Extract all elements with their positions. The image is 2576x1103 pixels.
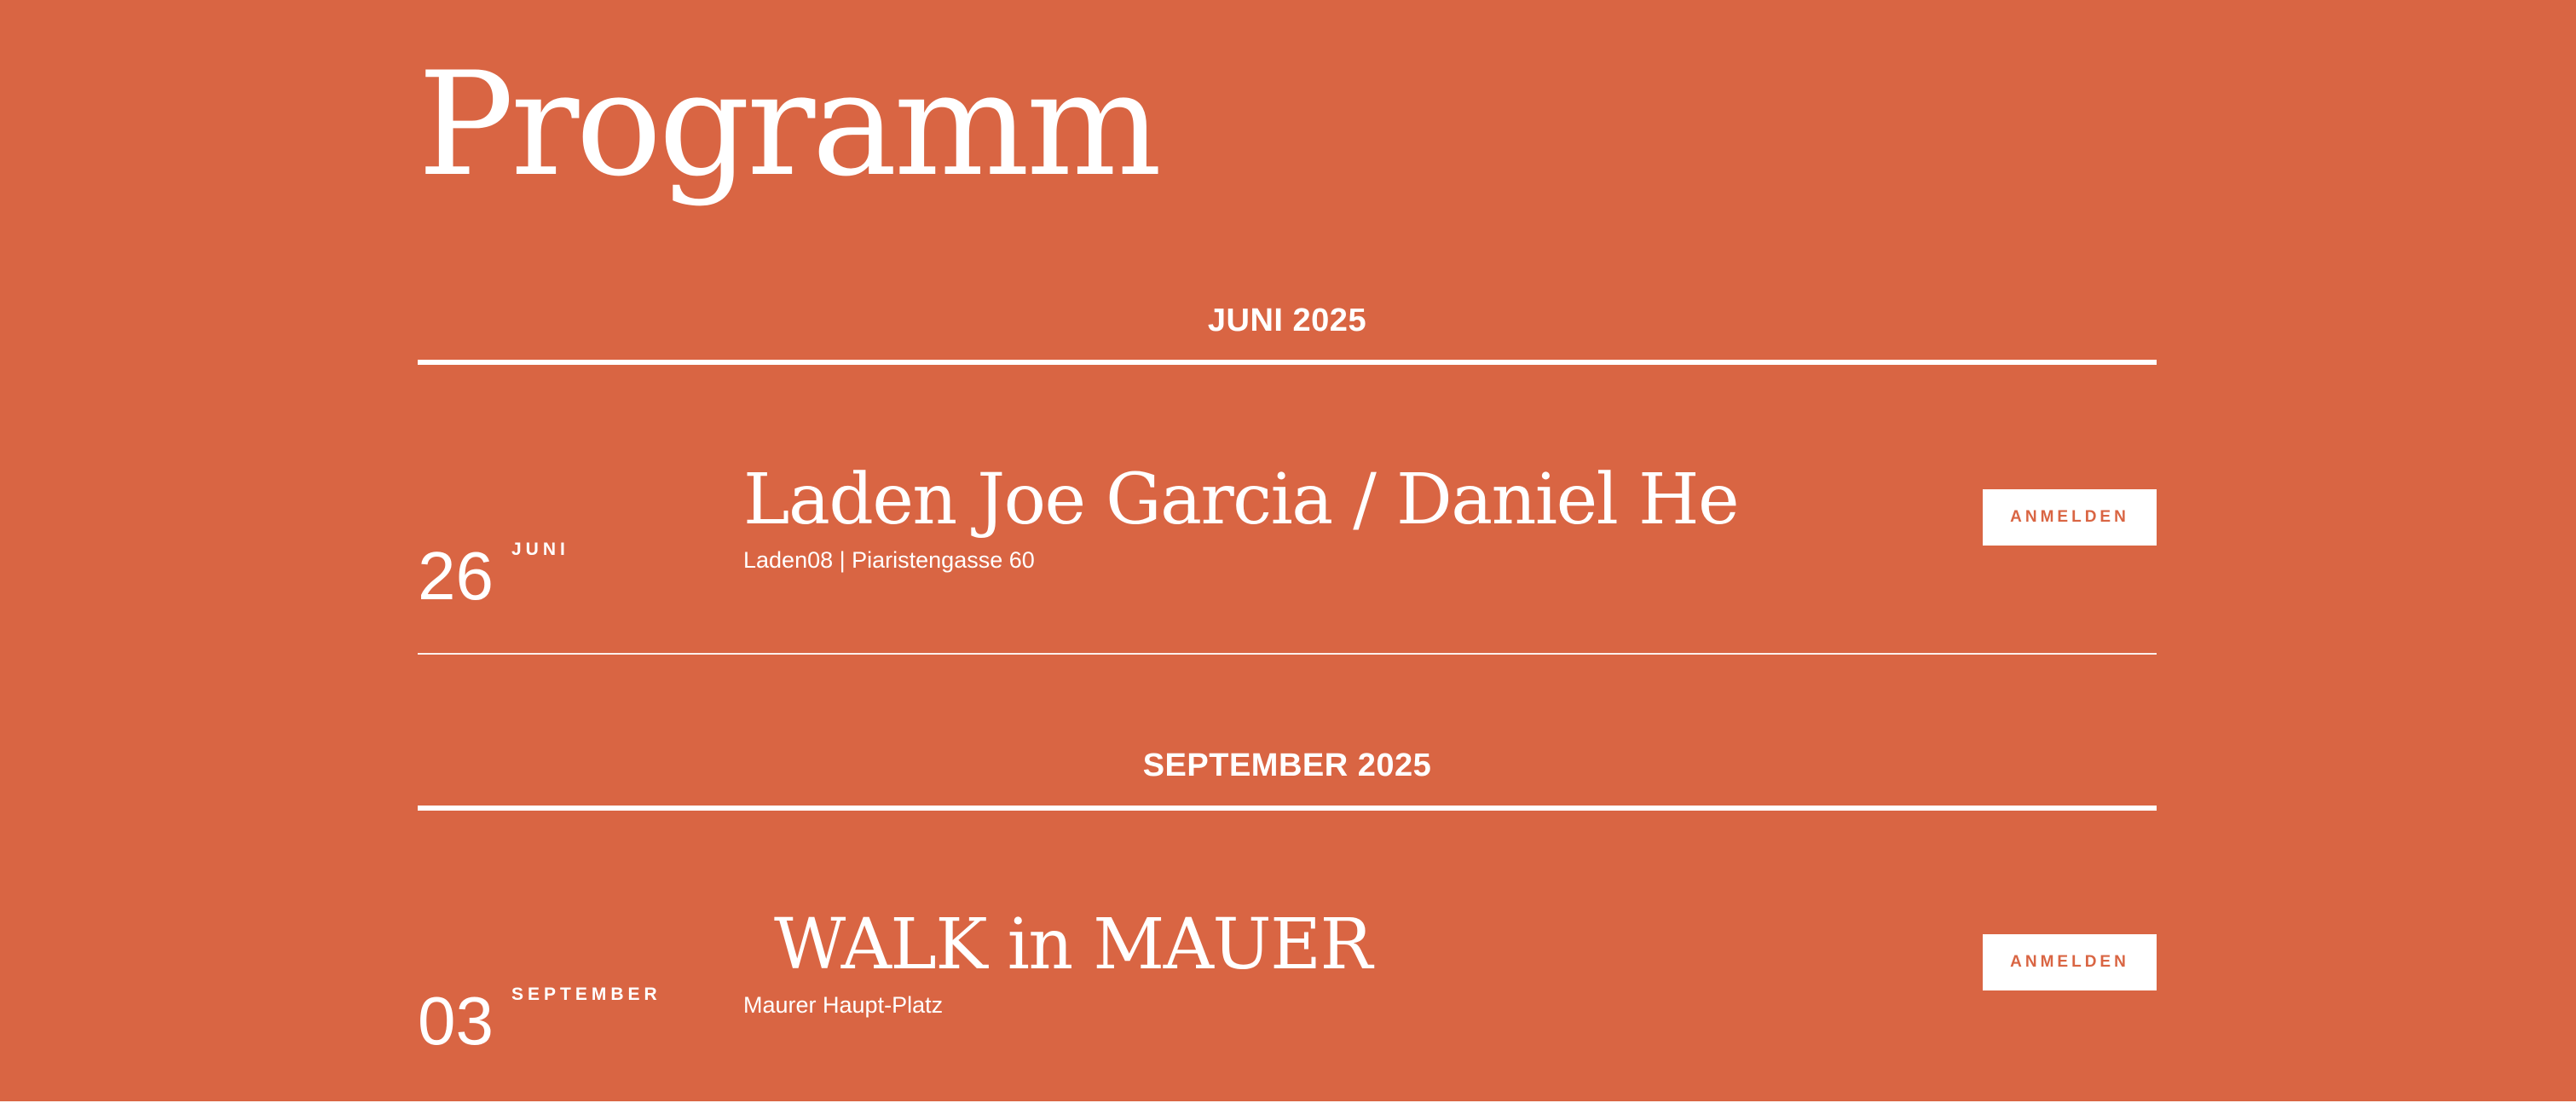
month-header-june: JUNI 2025	[1207, 303, 1367, 338]
register-button[interactable]: ANMELDEN	[1983, 489, 2157, 546]
event-day: 26	[418, 538, 494, 614]
register-button[interactable]: ANMELDEN	[1983, 934, 2157, 990]
event-item-walk: 03 SEPTEMBER WALK in MAUER Maurer Haupt-…	[418, 910, 2157, 1055]
event-day: 03	[418, 983, 494, 1059]
event-separator	[418, 653, 2157, 655]
event-location: Laden08 | Piaristengasse 60	[743, 547, 1035, 573]
event-item-laden: 26 JUNI Laden Joe Garcia / Daniel He Lad…	[418, 465, 2157, 610]
event-title[interactable]: WALK in MAUER	[774, 910, 1372, 980]
event-month: JUNI	[511, 540, 569, 559]
program-page: Programm JUNI 2025 26 JUNI Laden Joe Gar…	[0, 0, 2576, 1101]
month-divider-june	[418, 360, 2157, 365]
month-divider-september	[418, 806, 2157, 811]
event-month: SEPTEMBER	[511, 985, 661, 1004]
month-header-september: SEPTEMBER 2025	[1142, 748, 1432, 783]
event-location: Maurer Haupt-Platz	[743, 992, 944, 1018]
event-title[interactable]: Laden Joe Garcia / Daniel He	[743, 465, 1739, 535]
page-title: Programm	[418, 41, 1162, 208]
